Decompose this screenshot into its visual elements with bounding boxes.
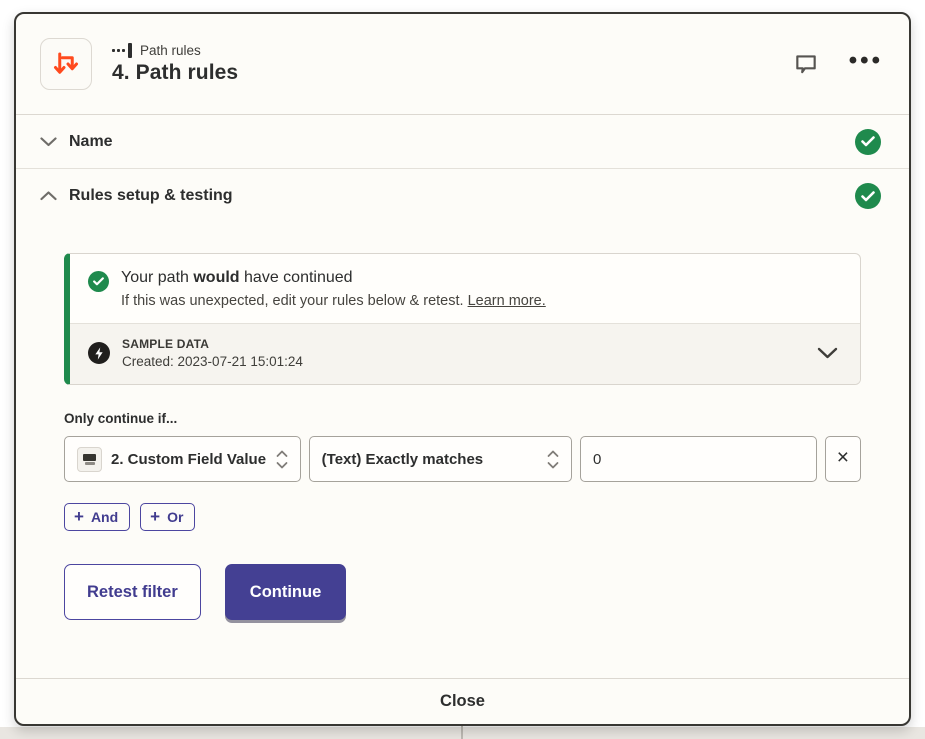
success-badge [88,271,109,292]
lightning-icon [88,342,110,364]
select-chevrons-icon [276,450,288,469]
condition-select[interactable]: (Text) Exactly matches [309,436,572,482]
section-name-label: Name [69,133,113,151]
checkmark-icon [93,277,104,286]
select-chevrons-icon [547,450,559,469]
add-condition-row: + And + Or [64,503,861,531]
remove-rule-button[interactable]: × [825,436,861,482]
rule-row: 2. Custom Field Value (Text) Exactly mat… [64,436,861,482]
retest-filter-button[interactable]: Retest filter [64,564,201,620]
checkmark-icon [861,136,875,147]
comment-button[interactable] [793,51,819,77]
sample-data-label: SAMPLE DATA [122,337,303,351]
field-select[interactable]: 2. Custom Field Value [64,436,301,482]
path-rules-panel: Path rules 4. Path rules ••• Name Rules [14,12,911,726]
app-label: Path rules [140,43,201,58]
chevron-down-icon[interactable] [817,347,838,359]
rules-complete-badge [855,183,881,209]
panel-header: Path rules 4. Path rules ••• [16,14,909,115]
chevron-up-icon [40,191,57,201]
add-or-condition-button[interactable]: + Or [140,503,195,531]
plus-icon: + [150,508,160,527]
sample-data-row[interactable]: SAMPLE DATA Created: 2023-07-21 15:01:24 [70,324,860,384]
comment-icon [793,51,819,77]
zap-connector-line [461,725,463,739]
name-complete-badge [855,129,881,155]
ellipsis-icon: ••• [849,49,883,73]
condition-select-value: (Text) Exactly matches [322,451,483,468]
close-button[interactable]: Close [440,692,485,711]
path-split-icon [51,49,81,79]
and-label: And [91,509,118,525]
test-result-message: Your path would have continued If this w… [70,254,860,323]
continue-button[interactable]: Continue [225,564,347,620]
section-rules-label: Rules setup & testing [69,187,233,205]
rules-section-content: Your path would have continued If this w… [16,223,909,678]
section-rules[interactable]: Rules setup & testing [16,169,909,223]
result-headline: Your path would have continued [121,269,546,287]
chevron-down-icon [40,137,57,147]
result-subtext: If this was unexpected, edit your rules … [121,293,546,309]
sample-created-timestamp: Created: 2023-07-21 15:01:24 [122,354,303,369]
close-x-icon: × [837,446,849,470]
plus-icon: + [74,508,84,527]
step-title: 4. Path rules [112,61,238,85]
or-label: Or [167,509,183,525]
checkmark-icon [861,191,875,202]
app-label-row: Path rules [112,43,238,58]
cta-row: Retest filter Continue [64,564,861,620]
value-input[interactable]: 0 [580,436,817,482]
header-titles: Path rules 4. Path rules [112,43,238,85]
more-options-button[interactable]: ••• [849,49,883,79]
field-select-value: 2. Custom Field Value [111,451,266,468]
only-continue-if-label: Only continue if... [64,411,861,426]
test-result-card: Your path would have continued If this w… [64,253,861,385]
panel-footer: Close [16,678,909,724]
app-logo-icon [77,447,102,472]
learn-more-link[interactable]: Learn more. [468,293,546,309]
section-name[interactable]: Name [16,115,909,169]
filter-step-icon [112,43,132,58]
value-input-text: 0 [593,451,601,468]
add-and-condition-button[interactable]: + And [64,503,130,531]
path-rules-app-tile [40,38,92,90]
